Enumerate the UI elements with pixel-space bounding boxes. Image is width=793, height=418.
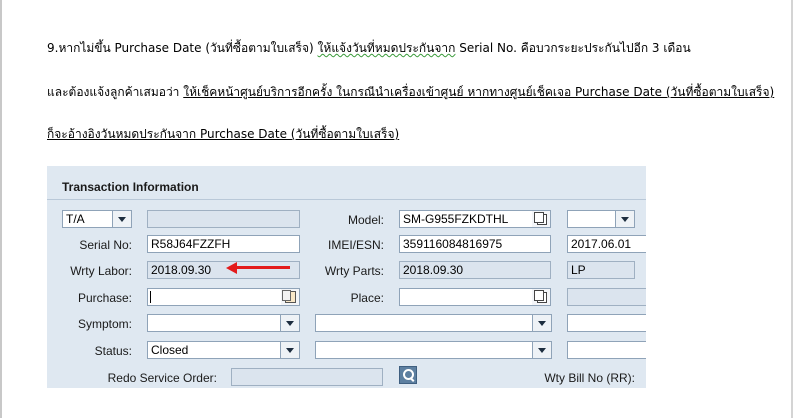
- status-detail-select[interactable]: [315, 341, 552, 359]
- doc-line-2-underlined: ให้เช็คหน้าศูนย์บริการอีกครั้ง ในกรณีนำเ…: [183, 85, 775, 99]
- text-cursor: [150, 291, 151, 303]
- redo-service-order-label: Redo Service Order:: [107, 371, 217, 385]
- type-select-value: T/A: [66, 212, 85, 226]
- copy-document-icon[interactable]: [532, 289, 550, 305]
- imei-value: 359116084816975: [403, 237, 503, 251]
- symptom-extra-field[interactable]: [567, 314, 646, 332]
- status-value: Closed: [151, 343, 189, 357]
- wrty-labor-label: Wrty Labor:: [70, 264, 132, 278]
- model-label: Model:: [347, 213, 384, 227]
- place-field[interactable]: [399, 288, 551, 306]
- symptom-label: Symptom:: [77, 317, 132, 331]
- redo-service-order-field[interactable]: [231, 368, 383, 386]
- chevron-down-icon[interactable]: [112, 211, 131, 227]
- wrty-labor-field: 2018.09.30: [147, 261, 300, 279]
- doc-line-1: 9.หากไม่ขึ้น Purchase Date (วันที่ซื้อตา…: [47, 41, 691, 55]
- symptom-detail-select[interactable]: [315, 314, 552, 332]
- chevron-down-icon[interactable]: [280, 315, 299, 331]
- wty-bill-no-label: Wty Bill No (RR):: [544, 371, 635, 385]
- panel-title: Transaction Information: [62, 180, 199, 194]
- lp-field: LP: [567, 261, 635, 279]
- wrty-labor-value: 2018.09.30: [151, 263, 212, 277]
- status-label: Status:: [94, 344, 132, 358]
- purchase-label: Purchase:: [77, 291, 132, 305]
- model-extra-select[interactable]: [567, 210, 635, 228]
- imei-field[interactable]: 359116084816975: [399, 235, 551, 253]
- place-extra-field: [567, 288, 646, 306]
- type-select[interactable]: T/A: [62, 210, 132, 228]
- doc-line-1-prefix: 9.หากไม่ขึ้น Purchase Date (วันที่ซื้อตา…: [47, 41, 314, 55]
- lp-value: LP: [571, 263, 586, 277]
- serial-no-label: Serial No:: [79, 238, 132, 252]
- type-description-field: [147, 210, 300, 228]
- copy-document-icon[interactable]: [532, 211, 550, 227]
- serial-no-field[interactable]: R58J64FZZFH: [147, 235, 300, 253]
- wrty-parts-field: 2018.09.30: [399, 261, 551, 279]
- doc-line-3-underlined: ก็จะอ้างอิงวันหมดประกันจาก Purchase Date…: [47, 127, 400, 141]
- window-frame-left: [0, 0, 2, 418]
- serial-no-value: R58J64FZZFH: [151, 237, 231, 251]
- purchase-date-field[interactable]: [147, 288, 300, 306]
- status-extra-field[interactable]: [567, 341, 646, 359]
- doc-line-2: และต้องแจ้งลูกค้าเสมอว่า ให้เช็คหน้าศูนย…: [47, 85, 774, 99]
- panel-divider: [47, 199, 646, 200]
- imei-label: IMEI/ESN:: [327, 238, 384, 252]
- status-select[interactable]: Closed: [147, 341, 300, 359]
- model-value: SM-G955FZKDTHL: [403, 212, 509, 226]
- wrty-parts-value: 2018.09.30: [403, 263, 464, 277]
- search-icon[interactable]: [399, 366, 417, 384]
- symptom-select[interactable]: [147, 314, 300, 332]
- wrty-parts-label: Wrty Parts:: [324, 264, 384, 278]
- chevron-down-icon[interactable]: [532, 342, 551, 358]
- doc-line-3: ก็จะอ้างอิงวันหมดประกันจาก Purchase Date…: [47, 127, 399, 141]
- chevron-down-icon[interactable]: [532, 315, 551, 331]
- chevron-down-icon[interactable]: [615, 211, 634, 227]
- date-right-field[interactable]: 2017.06.01: [567, 235, 646, 253]
- chevron-down-icon[interactable]: [280, 342, 299, 358]
- transaction-panel: Transaction Information T/A Model: SM-G9…: [47, 166, 646, 388]
- doc-line-2-prefix: และต้องแจ้งลูกค้าเสมอว่า: [47, 85, 180, 99]
- date-right-value: 2017.06.01: [571, 237, 632, 251]
- place-label: Place:: [350, 291, 384, 305]
- doc-line-1-squiggly: ให้แจ้งวันที่หมดประกันจาก: [317, 41, 456, 55]
- model-field[interactable]: SM-G955FZKDTHL: [399, 210, 551, 228]
- doc-line-1-suffix: Serial No. คือบวกระยะประกันไปอีก 3 เดือน: [459, 41, 691, 55]
